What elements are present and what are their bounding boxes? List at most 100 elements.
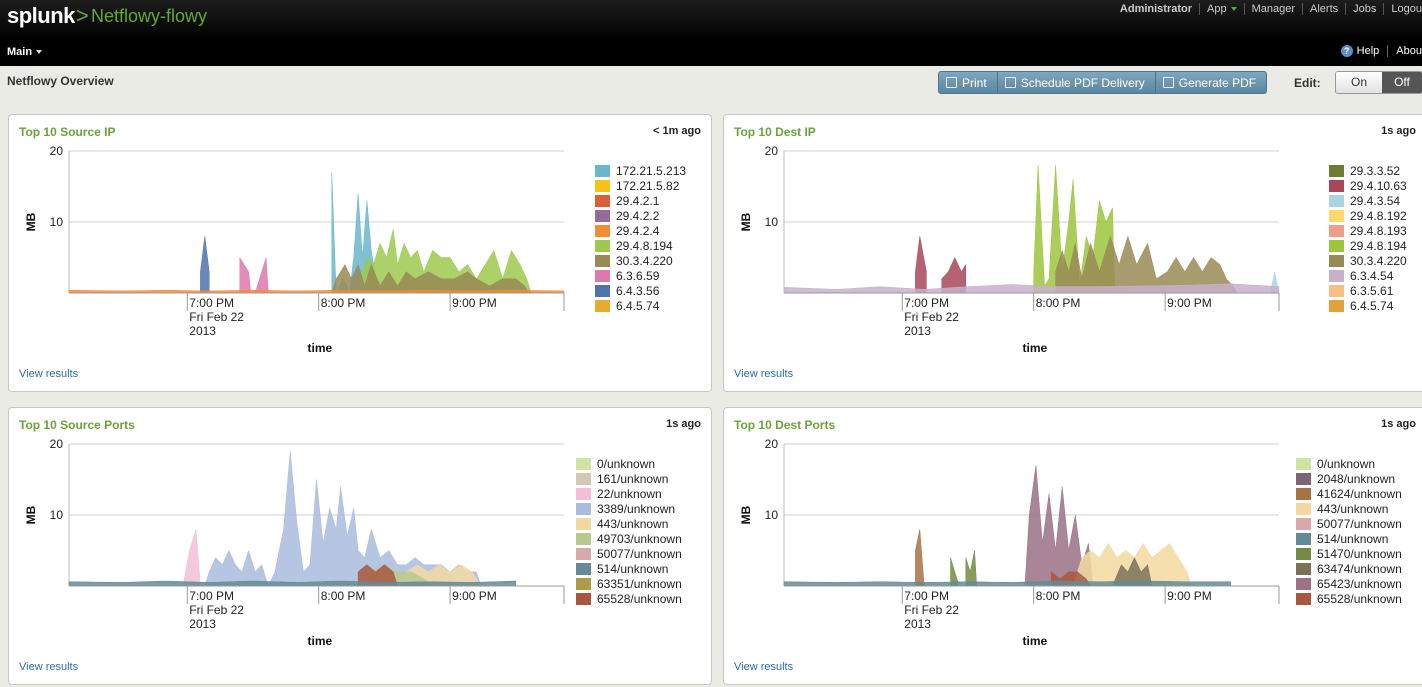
y-tick-label: 20 (50, 437, 64, 451)
print-label: Print (962, 75, 987, 90)
calendar-icon (1004, 77, 1016, 88)
legend-item[interactable]: 6.4.5.74 (595, 298, 686, 313)
panel-title: Top 10 Source Ports (19, 418, 135, 432)
app-menu[interactable]: App (1200, 3, 1244, 15)
legend-label: 29.4.2.4 (616, 223, 660, 238)
legend-item[interactable]: 65528/unknown (576, 591, 682, 606)
legend-swatch (1329, 239, 1344, 252)
legend-item[interactable]: 65423/unknown (1296, 576, 1402, 591)
legend-item[interactable]: 29.4.2.2 (595, 208, 686, 223)
series-area (783, 283, 1280, 294)
legend-item[interactable]: 443/unknown (576, 516, 682, 531)
legend-item[interactable]: 50077/unknown (1296, 516, 1402, 531)
legend-item[interactable]: 29.4.8.194 (1329, 238, 1407, 253)
legend-item[interactable]: 29.4.2.1 (595, 193, 686, 208)
legend-item[interactable]: 63351/unknown (576, 576, 682, 591)
legend-item[interactable]: 172.21.5.82 (595, 178, 686, 193)
x-tick-label: 7:00 PM (904, 296, 949, 310)
chart-svg: 10 20 7:00 PMFri Feb 222013 8:00 PM 9:00 PM _… (739, 144, 1280, 353)
legend-item[interactable]: 29.4.10.63 (1329, 178, 1407, 193)
help-icon[interactable]: ? (1340, 45, 1353, 57)
x-tick-sublabel: Fri Feb 22 (904, 603, 959, 617)
x-tick-sublabel: 2013 (904, 324, 931, 338)
splunk-logo[interactable]: splunk> (7, 3, 89, 29)
edit-off-button[interactable]: Off (1382, 72, 1422, 93)
view-results-link[interactable]: View results (734, 661, 793, 673)
app-name[interactable]: Netflowy-flowy (91, 6, 207, 27)
legend-item[interactable]: 0/unknown (1296, 456, 1402, 471)
panel-title: Top 10 Source IP (19, 125, 116, 139)
legend-item[interactable]: 29.4.3.54 (1329, 193, 1407, 208)
edit-on-button[interactable]: On (1336, 72, 1382, 93)
panel-source-ip: Top 10 Source IP < 1m ago 10 20 7:00 PM Fri… (8, 114, 712, 392)
legend-item[interactable]: 6.4.3.56 (595, 283, 686, 298)
series-area (950, 550, 977, 587)
legend-label: 3389/unknown (597, 501, 676, 516)
legend-swatch (1329, 179, 1344, 192)
jobs-link[interactable]: Jobs (1346, 3, 1383, 15)
legend-swatch (576, 517, 591, 530)
legend-swatch (576, 487, 591, 500)
y-tick-label: 20 (765, 144, 779, 158)
legend-item[interactable]: 172.21.5.213 (595, 163, 686, 178)
legend-item[interactable]: 29.4.8.193 (1329, 223, 1407, 238)
legend-item[interactable]: 22/unknown (576, 486, 682, 501)
legend-swatch (1296, 472, 1311, 485)
main-menu[interactable]: Main (7, 46, 43, 58)
legend-swatch (1296, 592, 1311, 605)
legend-label: 6.4.5.74 (1350, 298, 1394, 313)
view-results-link[interactable]: View results (734, 368, 793, 380)
printer-icon (946, 77, 957, 88)
legend-item[interactable]: 41624/unknown (1296, 486, 1402, 501)
legend-label: 29.4.3.54 (1350, 193, 1401, 208)
legend-item[interactable]: 0/unknown (576, 456, 682, 471)
legend-item[interactable]: 514/unknown (576, 561, 682, 576)
legend-item[interactable]: 6.4.5.74 (1329, 298, 1407, 313)
legend-item[interactable]: 3389/unknown (576, 501, 682, 516)
edit-toggle[interactable]: On Off (1335, 71, 1422, 94)
x-tick-label: 9:00 PM (452, 589, 497, 603)
legend-label: 29.4.2.2 (616, 208, 660, 223)
alerts-link[interactable]: Alerts (1303, 3, 1345, 15)
schedule-pdf-button[interactable]: Schedule PDF Delivery (998, 72, 1156, 93)
manager-link[interactable]: Manager (1245, 3, 1302, 15)
legend-item[interactable]: 6.3.4.54 (1329, 268, 1407, 283)
legend-swatch (576, 502, 591, 515)
legend-item[interactable]: 443/unknown (1296, 501, 1402, 516)
legend-item[interactable]: 65528/unknown (1296, 591, 1402, 606)
legend-item[interactable]: 6.3.6.59 (595, 268, 686, 283)
logout-link[interactable]: Logou (1384, 3, 1422, 15)
chart-legend: 0/unknown 161/unknown 22/unknown 3389/unkno… (576, 456, 682, 606)
legend-item[interactable]: 29.3.3.52 (1329, 163, 1407, 178)
legend-item[interactable]: 50077/unknown (576, 546, 682, 561)
legend-item[interactable]: 63474/unknown (1296, 561, 1402, 576)
about-link[interactable]: Abou (1396, 45, 1422, 57)
help-link[interactable]: Help (1357, 45, 1380, 57)
view-results-link[interactable]: View results (19, 368, 78, 380)
legend-item[interactable]: 51470/unknown (1296, 546, 1402, 561)
legend-item[interactable]: 29.4.2.4 (595, 223, 686, 238)
y-axis-label: MB (24, 212, 38, 231)
x-axis-label: _time (300, 634, 333, 646)
legend-swatch (595, 239, 610, 252)
chevron-down-icon (1230, 7, 1237, 12)
legend-item[interactable]: 161/unknown (576, 471, 682, 486)
x-tick-label: 7:00 PM (189, 589, 234, 603)
legend-item[interactable]: 29.4.8.194 (595, 238, 686, 253)
user-menu[interactable]: Administrator (1113, 3, 1199, 15)
chart-legend: 29.3.3.52 29.4.10.63 29.4.3.54 29.4.8.192 29… (1329, 163, 1407, 313)
legend-item[interactable]: 6.3.5.61 (1329, 283, 1407, 298)
legend-item[interactable]: 2048/unknown (1296, 471, 1402, 486)
legend-item[interactable]: 30.3.4.220 (595, 253, 686, 268)
legend-item[interactable]: 30.3.4.220 (1329, 253, 1407, 268)
legend-swatch (1329, 254, 1344, 267)
legend-item[interactable]: 49703/unknown (576, 531, 682, 546)
legend-item[interactable]: 29.4.8.192 (1329, 208, 1407, 223)
view-results-link[interactable]: View results (19, 661, 78, 673)
print-button[interactable]: Print (939, 72, 998, 93)
legend-swatch (1296, 577, 1311, 590)
legend-item[interactable]: 514/unknown (1296, 531, 1402, 546)
chart-area: 10 20 7:00 PM Fri Feb 22 2013 8:00 PM 9:00 PM _… (724, 143, 1414, 353)
main-menu-label: Main (7, 46, 33, 58)
generate-pdf-button[interactable]: Generate PDF (1156, 72, 1266, 93)
